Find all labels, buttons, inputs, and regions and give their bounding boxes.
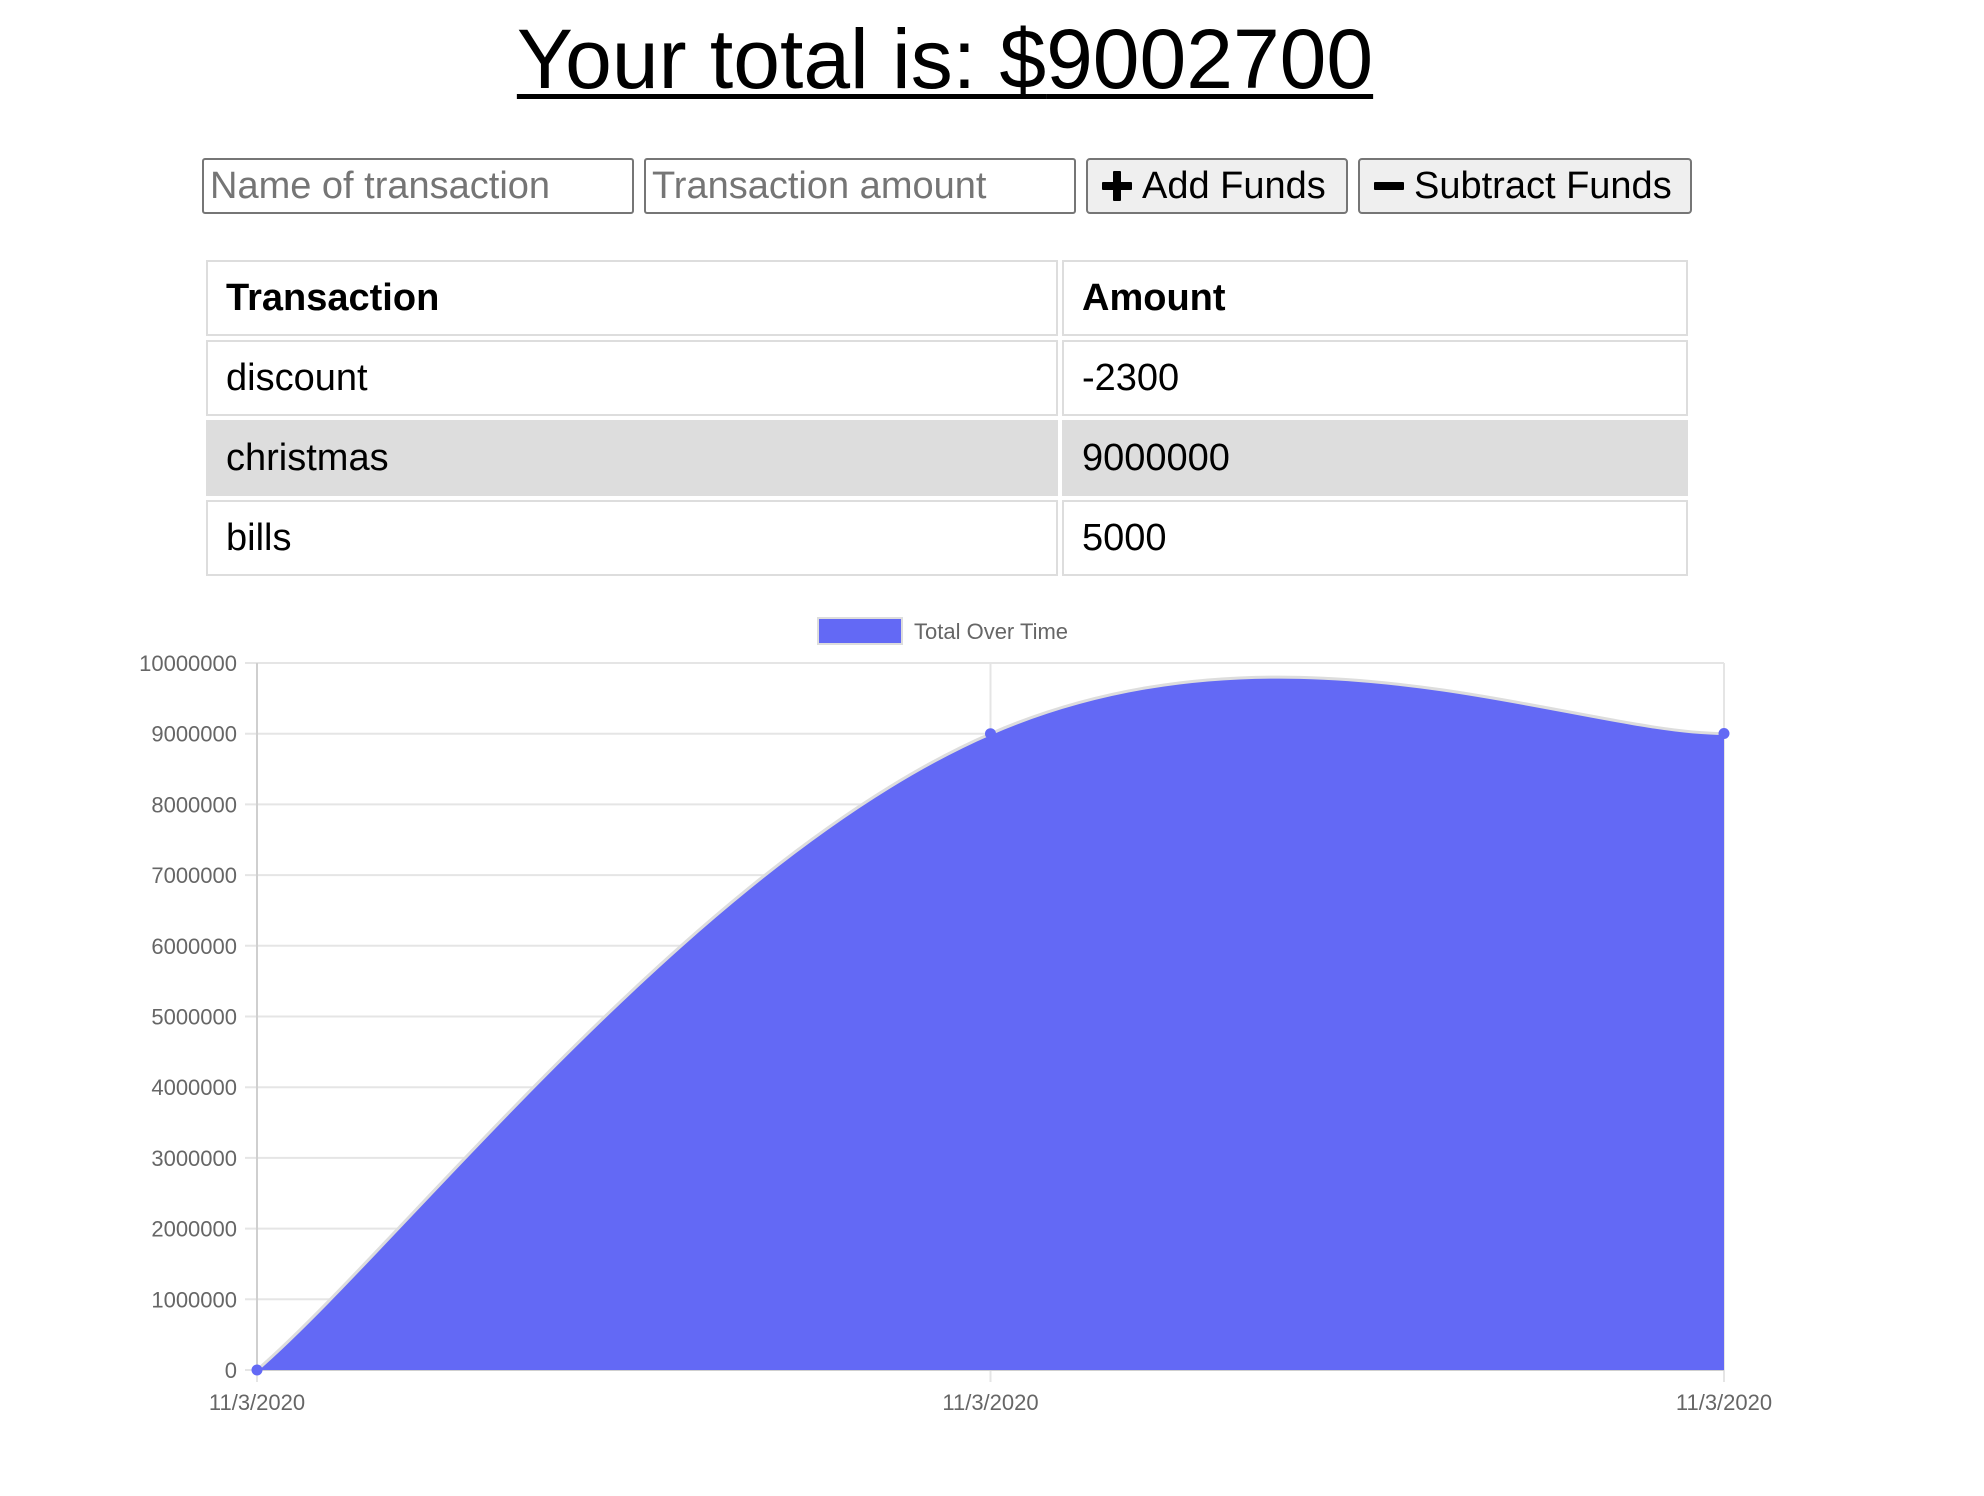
y-tick-label: 9000000 <box>151 722 237 747</box>
chart-canvas: 0 1000000 2000000 3000000 4000000 5000000 6000… <box>139 617 1772 1415</box>
add-funds-button[interactable]: Add Funds <box>1086 158 1348 214</box>
table-row: christmas 9000000 <box>206 420 1688 496</box>
y-tick-label: 4000000 <box>151 1075 237 1100</box>
subtract-funds-button[interactable]: Subtract Funds <box>1358 158 1692 214</box>
transaction-amount-cell: -2300 <box>1062 340 1688 416</box>
subtract-funds-label: Subtract Funds <box>1414 164 1672 207</box>
minus-icon <box>1374 171 1404 201</box>
legend-label: Total Over Time <box>914 619 1068 644</box>
transaction-name-cell: discount <box>206 340 1058 416</box>
y-tick-label: 6000000 <box>151 934 237 959</box>
series-area-total-over-time <box>257 677 1724 1370</box>
total-heading: Your total is: $9002700 <box>0 4 1890 114</box>
y-tick-label: 7000000 <box>151 863 237 888</box>
add-funds-label: Add Funds <box>1142 164 1326 207</box>
transaction-amount-cell: 9000000 <box>1062 420 1688 496</box>
transaction-name-cell: christmas <box>206 420 1058 496</box>
y-tick-label: 3000000 <box>151 1146 237 1171</box>
column-header-amount: Amount <box>1062 260 1688 336</box>
legend-swatch <box>817 617 903 645</box>
transactions-table: Transaction Amount discount -2300 christ… <box>202 256 1692 580</box>
y-tick-label: 2000000 <box>151 1217 237 1242</box>
transaction-amount-input[interactable] <box>644 158 1076 214</box>
y-tick-label: 8000000 <box>151 792 237 817</box>
transaction-name-cell: bills <box>206 500 1058 576</box>
y-tick-label: 10000000 <box>139 651 237 676</box>
data-point <box>985 728 996 740</box>
x-tick-label: 11/3/2020 <box>209 1390 305 1415</box>
x-tick-label: 11/3/2020 <box>942 1390 1038 1415</box>
transaction-name-input[interactable] <box>202 158 634 214</box>
transaction-amount-cell: 5000 <box>1062 500 1688 576</box>
table-header-row: Transaction Amount <box>206 260 1688 336</box>
total-value: 9002700 <box>1046 12 1374 106</box>
y-tick-label: 0 <box>225 1358 237 1383</box>
x-tick-label: 11/3/2020 <box>1676 1390 1772 1415</box>
budget-page: Your total is: $9002700 Add Funds Subtra… <box>0 0 1984 1496</box>
y-tick-label: 5000000 <box>151 1005 237 1030</box>
total-over-time-chart: 0 1000000 2000000 3000000 4000000 5000000 6000… <box>0 600 1984 1430</box>
total-label: Your total is: $ <box>516 12 1047 106</box>
table-row: bills 5000 <box>206 500 1688 576</box>
plus-icon <box>1102 171 1132 201</box>
y-tick-label: 1000000 <box>151 1287 237 1312</box>
data-point <box>1718 728 1730 740</box>
table-row: discount -2300 <box>206 340 1688 416</box>
data-point <box>251 1364 263 1376</box>
column-header-transaction: Transaction <box>206 260 1058 336</box>
